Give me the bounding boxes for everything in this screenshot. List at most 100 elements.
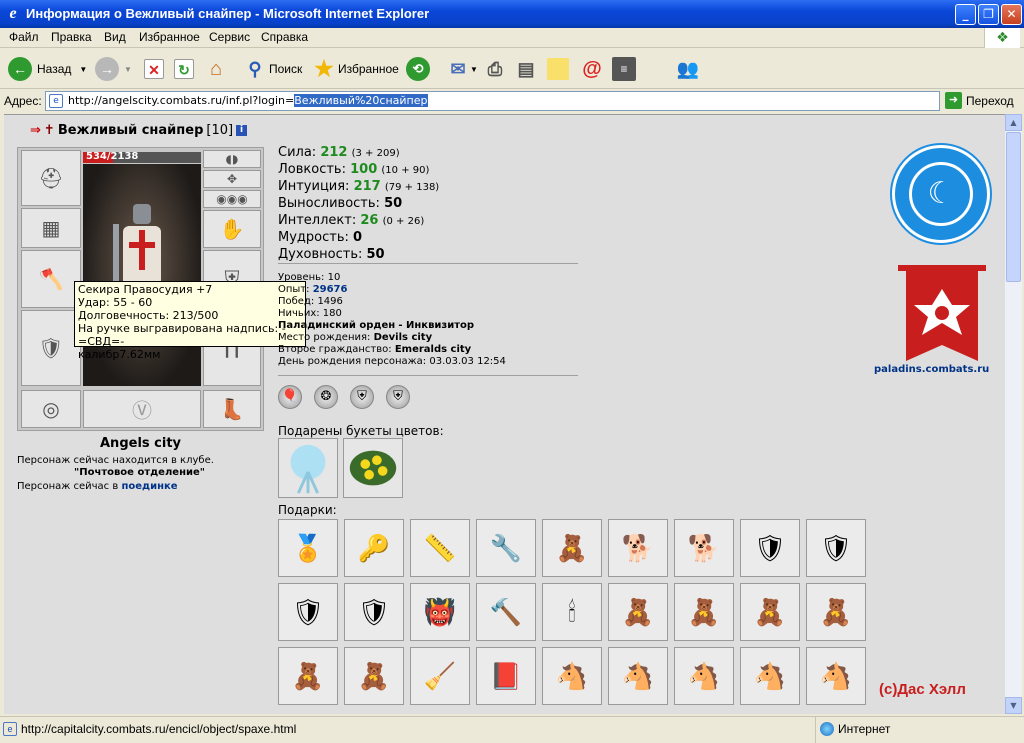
stats-block: Сила: 212 (3 + 209) Ловкость: 100 (10 + 9…: [278, 145, 439, 264]
paladins-link[interactable]: paladins.combats.ru: [874, 364, 989, 375]
balloons-badge-icon[interactable]: 🎈: [278, 385, 302, 409]
gift-item[interactable]: 🔨: [476, 583, 536, 641]
gift-item[interactable]: 🛡: [806, 519, 866, 577]
gift-item[interactable]: 📏: [410, 519, 470, 577]
battle-link[interactable]: поединке: [121, 481, 177, 492]
gift-item[interactable]: 🐴: [674, 647, 734, 705]
hp-bar: 534/2138: [83, 151, 201, 163]
history-button[interactable]: ⟲: [406, 55, 430, 83]
gift-item[interactable]: 🧸: [608, 583, 668, 641]
gloves-slot[interactable]: ✋: [203, 210, 261, 248]
wings-badge-icon[interactable]: ❂: [314, 385, 338, 409]
address-input[interactable]: e http://angelscity.combats.ru/inf.pl?lo…: [45, 91, 940, 111]
menu-favorites[interactable]: Избранное: [139, 30, 200, 44]
paladin-head-icon: ☾: [909, 162, 973, 226]
home-button[interactable]: ⌂: [204, 55, 228, 83]
chevron-down-icon: ▼: [124, 64, 132, 74]
go-button[interactable]: ➜ Переход: [945, 92, 1014, 109]
messenger-at-button[interactable]: @: [580, 55, 604, 83]
gift-item[interactable]: 🛡: [740, 519, 800, 577]
location-place: "Почтовое отделение": [74, 467, 205, 478]
search-button[interactable]: ⚲ Поиск: [243, 55, 302, 83]
boots-icon: 👢: [219, 397, 245, 421]
bracers-slot[interactable]: ▦: [21, 208, 81, 248]
scroll-down-icon[interactable]: ▼: [1005, 697, 1022, 714]
edit-button[interactable]: ▤: [514, 55, 538, 83]
stat-value: 50: [384, 196, 403, 211]
search-label: Поиск: [269, 62, 303, 76]
back-button[interactable]: ← Назад ▼: [8, 55, 87, 83]
shield-badge-icon[interactable]: ⛨: [350, 385, 374, 409]
helmet-slot[interactable]: ⛑: [21, 150, 81, 206]
info-clan: Паладинский орден - Инквизитор: [278, 320, 506, 332]
earrings-slot[interactable]: ◖◗: [203, 150, 261, 168]
boots-slot[interactable]: 👢: [203, 390, 261, 428]
forward-button[interactable]: → ▼: [95, 55, 132, 83]
print-icon: ⎙: [487, 59, 503, 79]
gift-item[interactable]: 🐕: [608, 519, 668, 577]
info-losses-label: Ничьих:: [278, 308, 320, 319]
chevron-down-icon: ▼: [470, 64, 478, 74]
menu-edit[interactable]: Правка: [51, 30, 92, 44]
paladins-banner-icon[interactable]: [894, 265, 990, 365]
armor-slot[interactable]: 🛡: [21, 310, 81, 386]
gift-item[interactable]: 🧸: [278, 647, 338, 705]
gift-item[interactable]: 🐴: [740, 647, 800, 705]
maximize-button[interactable]: ❐: [978, 4, 999, 25]
paladins-emblem[interactable]: ☾: [892, 145, 990, 243]
amulet-slot[interactable]: ✥: [203, 170, 261, 188]
arrow-right-icon[interactable]: ⇒: [30, 123, 41, 138]
refresh-button[interactable]: ↻: [174, 55, 194, 83]
gift-item[interactable]: 🛡: [278, 583, 338, 641]
mail-button[interactable]: ✉ ▼: [446, 55, 478, 83]
address-url-selected: Вежливый%20снайпер: [294, 94, 428, 107]
gift-item[interactable]: 🔧: [476, 519, 536, 577]
gift-item[interactable]: 🔑: [344, 519, 404, 577]
info-icon[interactable]: i: [236, 125, 248, 136]
windows-logo-icon: ❖: [984, 28, 1020, 48]
favorites-label: Избранное: [338, 62, 399, 76]
menu-view[interactable]: Вид: [104, 30, 126, 44]
gift-item[interactable]: 🧸: [542, 519, 602, 577]
favorites-button[interactable]: ★ Избранное: [312, 55, 399, 83]
messenger-button[interactable]: 👥: [676, 55, 700, 83]
gift-item[interactable]: 📕: [476, 647, 536, 705]
gift-item[interactable]: 🐕: [674, 519, 734, 577]
gift-item[interactable]: 👹: [410, 583, 470, 641]
stop-button[interactable]: ✕: [144, 55, 164, 83]
gift-item[interactable]: 🐴: [542, 647, 602, 705]
gift-item[interactable]: 🛡: [344, 583, 404, 641]
gift-item[interactable]: 🐴: [806, 647, 866, 705]
rings-slot[interactable]: ◉◉◉: [203, 190, 261, 208]
gift-item[interactable]: 🧹: [410, 647, 470, 705]
stat-bonus: (10 + 90): [381, 165, 430, 176]
discuss-button[interactable]: [547, 55, 569, 83]
research-button[interactable]: ≡: [612, 55, 636, 83]
gift-item[interactable]: 🐴: [608, 647, 668, 705]
scroll-up-icon[interactable]: ▲: [1005, 114, 1022, 131]
blue-bouquet-icon: [290, 444, 326, 494]
gift-item[interactable]: 🧸: [806, 583, 866, 641]
tooltip-engraving: На ручке выгравирована надпись: -=СВД=-: [78, 322, 286, 348]
flower-bouquet-blue[interactable]: [278, 438, 338, 498]
gift-item[interactable]: 🕯: [542, 583, 602, 641]
vertical-scrollbar[interactable]: ▲ ▼: [1005, 114, 1022, 714]
weapon-slot[interactable]: 🪓: [21, 250, 81, 308]
emblem-slot: Ⓥ: [83, 390, 201, 428]
gift-item[interactable]: 🧸: [674, 583, 734, 641]
flower-bouquet-yellow[interactable]: [343, 438, 403, 498]
menu-help[interactable]: Справка: [261, 30, 308, 44]
belt-slot[interactable]: ◎: [21, 390, 81, 428]
gift-item[interactable]: 🏅: [278, 519, 338, 577]
emerald-badge-icon[interactable]: ⛨: [386, 385, 410, 409]
menu-tools[interactable]: Сервис: [209, 30, 250, 44]
divider: [278, 263, 578, 264]
close-button[interactable]: ✕: [1001, 4, 1022, 25]
minimize-button[interactable]: _: [955, 4, 976, 25]
gift-item[interactable]: 🧸: [344, 647, 404, 705]
menu-file[interactable]: Файл: [9, 30, 39, 44]
gift-item[interactable]: 🧸: [740, 583, 800, 641]
stat-label: Сила:: [278, 145, 317, 160]
scroll-thumb[interactable]: [1006, 132, 1021, 282]
print-button[interactable]: ⎙: [483, 55, 507, 83]
